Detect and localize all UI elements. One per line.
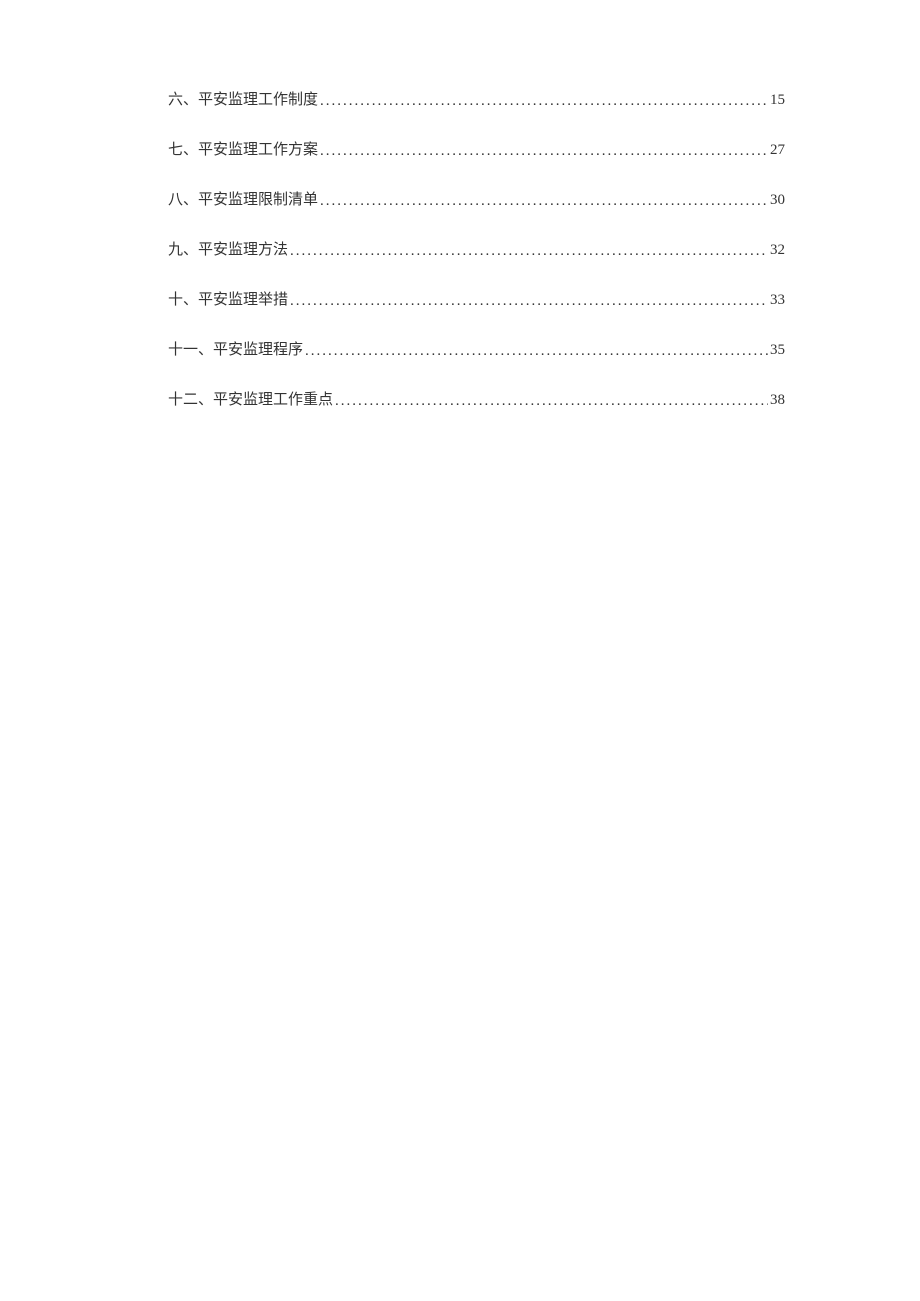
toc-entry: 十二、平安监理工作重点 38 — [168, 388, 785, 412]
toc-entry-page: 33 — [770, 288, 785, 312]
toc-entry: 十一、平安监理程序 35 — [168, 338, 785, 362]
toc-entry-title: 九、平安监理方法 — [168, 238, 288, 262]
toc-entry: 十、平安监理举措 33 — [168, 288, 785, 312]
toc-entry-title: 十一、平安监理程序 — [168, 338, 303, 362]
toc-entry-title: 七、平安监理工作方案 — [168, 138, 318, 162]
toc-entry: 七、平安监理工作方案 27 — [168, 138, 785, 162]
toc-entry-title: 十、平安监理举措 — [168, 288, 288, 312]
toc-entry-page: 32 — [770, 238, 785, 262]
toc-entry-title: 六、平安监理工作制度 — [168, 88, 318, 112]
table-of-contents: 六、平安监理工作制度 15 七、平安监理工作方案 27 八、平安监理限制清单 3… — [168, 88, 785, 412]
toc-dots — [290, 239, 768, 263]
toc-entry-page: 15 — [770, 88, 785, 112]
toc-entry: 九、平安监理方法 32 — [168, 238, 785, 262]
toc-dots — [320, 139, 768, 163]
toc-dots — [320, 189, 768, 213]
toc-entry: 八、平安监理限制清单 30 — [168, 188, 785, 212]
toc-dots — [290, 289, 768, 313]
toc-dots — [305, 339, 768, 363]
toc-entry-title: 十二、平安监理工作重点 — [168, 388, 333, 412]
toc-entry-page: 27 — [770, 138, 785, 162]
toc-dots — [320, 89, 768, 113]
toc-entry-page: 38 — [770, 388, 785, 412]
toc-entry-page: 30 — [770, 188, 785, 212]
toc-entry-page: 35 — [770, 338, 785, 362]
toc-entry-title: 八、平安监理限制清单 — [168, 188, 318, 212]
toc-dots — [335, 389, 768, 413]
toc-entry: 六、平安监理工作制度 15 — [168, 88, 785, 112]
